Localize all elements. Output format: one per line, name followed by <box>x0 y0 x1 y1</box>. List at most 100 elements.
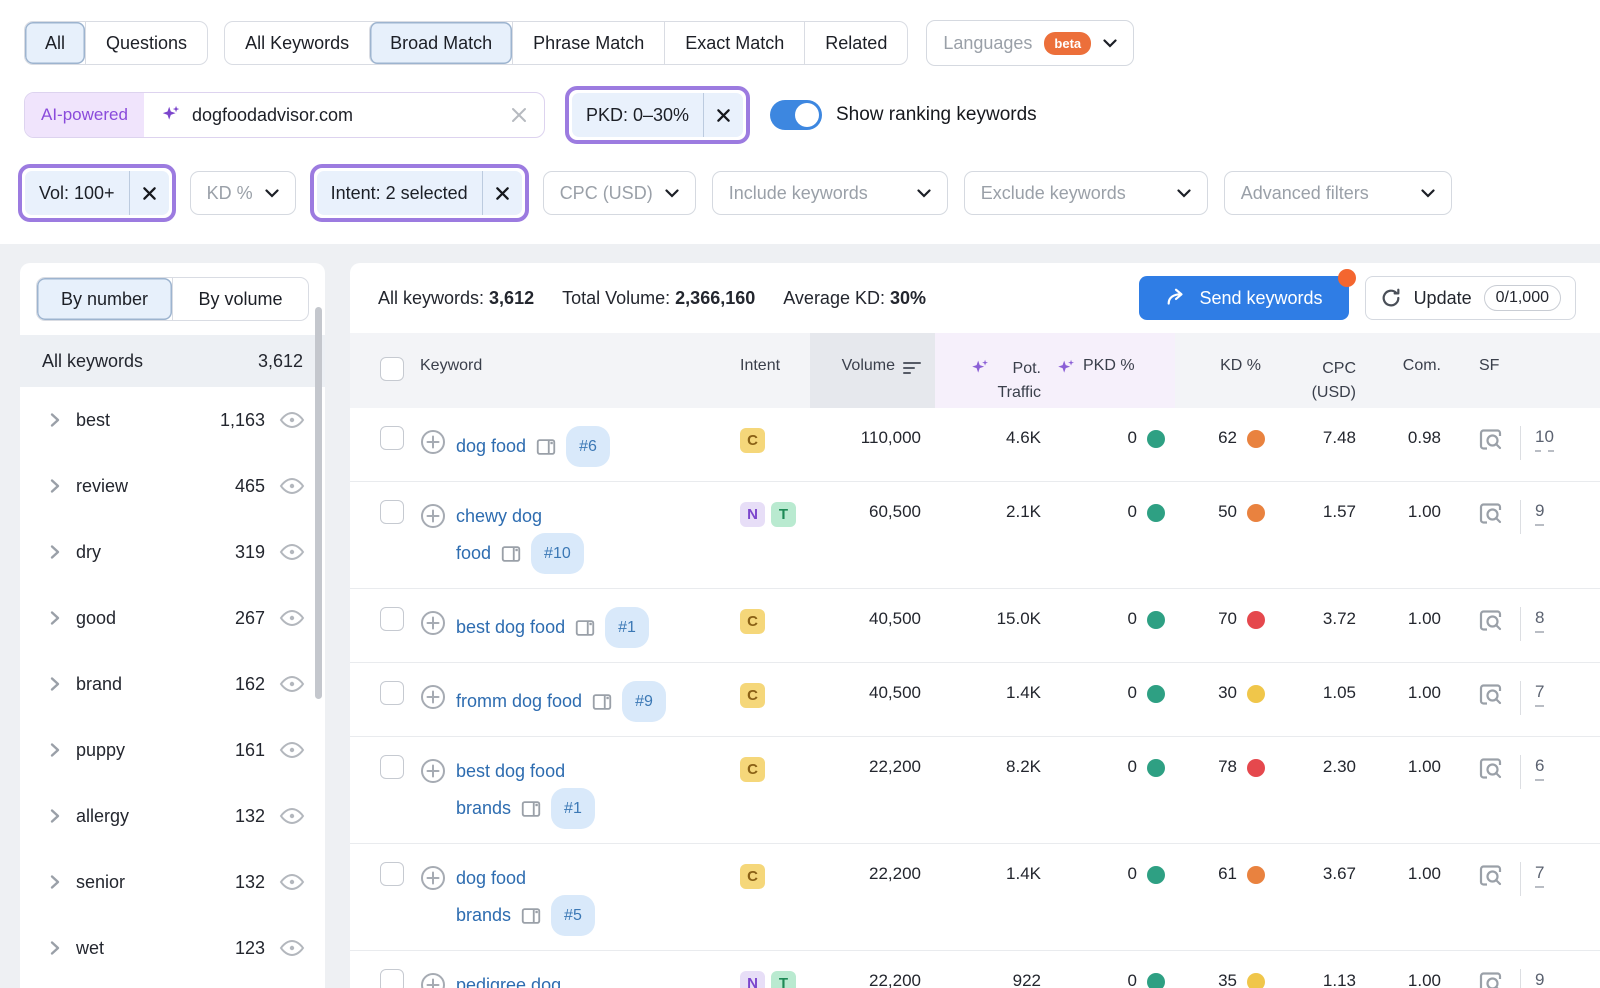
col-header-cpc[interactable]: CPC(USD) <box>1275 333 1370 408</box>
select-all-checkbox[interactable] <box>380 357 404 381</box>
sidebar-group-item[interactable]: dry 319 <box>20 519 325 585</box>
sf-count[interactable]: 9 <box>1535 970 1544 988</box>
eye-icon[interactable] <box>279 539 305 565</box>
add-keyword-icon[interactable] <box>420 429 446 455</box>
sidebar-group-item[interactable]: best 1,163 <box>20 387 325 453</box>
tab-by-volume[interactable]: By volume <box>172 278 308 320</box>
serp-preview-icon[interactable] <box>1477 755 1504 782</box>
keyword-link[interactable]: dog food <box>456 862 526 895</box>
position-badge[interactable]: #6 <box>566 426 610 467</box>
sidebar-scrollbar[interactable] <box>315 307 322 699</box>
sidebar-group-item[interactable]: senior 132 <box>20 849 325 915</box>
chevron-right-icon[interactable] <box>46 411 64 429</box>
eye-icon[interactable] <box>279 737 305 763</box>
tab-all-keywords[interactable]: All Keywords <box>225 22 369 64</box>
position-badge[interactable]: #10 <box>531 533 584 574</box>
position-badge[interactable]: #1 <box>605 607 649 648</box>
serp-preview-icon[interactable] <box>1477 607 1504 634</box>
add-keyword-icon[interactable] <box>420 758 446 784</box>
sidebar-group-item[interactable]: puppy 161 <box>20 717 325 783</box>
keyword-link-line2[interactable]: brands <box>456 899 511 932</box>
tab-exact-match[interactable]: Exact Match <box>664 22 804 64</box>
chevron-right-icon[interactable] <box>46 675 64 693</box>
advanced-filters-dropdown[interactable]: Advanced filters <box>1224 171 1452 215</box>
tab-questions[interactable]: Questions <box>85 22 207 64</box>
serp-preview-icon[interactable] <box>1477 681 1504 708</box>
eye-icon[interactable] <box>279 473 305 499</box>
add-keyword-icon[interactable] <box>420 503 446 529</box>
serp-preview-icon[interactable] <box>1477 426 1504 453</box>
chevron-right-icon[interactable] <box>46 939 64 957</box>
keyword-link[interactable]: pedigree dog <box>456 969 561 988</box>
sf-count[interactable]: 6 <box>1535 756 1544 781</box>
remove-pkd-filter-icon[interactable] <box>703 93 743 137</box>
eye-icon[interactable] <box>279 407 305 433</box>
row-checkbox[interactable] <box>380 500 404 524</box>
keyword-link[interactable]: dog food <box>456 430 526 463</box>
keyword-link[interactable]: chewy dog <box>456 500 542 533</box>
serp-preview-icon[interactable] <box>1477 500 1504 527</box>
clear-search-icon[interactable] <box>510 106 528 124</box>
chevron-right-icon[interactable] <box>46 807 64 825</box>
row-checkbox[interactable] <box>380 755 404 779</box>
search-input[interactable]: dogfoodadvisor.com <box>144 93 544 137</box>
include-keywords-dropdown[interactable]: Include keywords <box>712 171 948 215</box>
add-keyword-icon[interactable] <box>420 865 446 891</box>
chevron-right-icon[interactable] <box>46 873 64 891</box>
add-keyword-icon[interactable] <box>420 972 446 988</box>
chevron-right-icon[interactable] <box>46 741 64 759</box>
pkd-filter-chip[interactable]: PKD: 0–30% <box>572 93 743 137</box>
tab-related[interactable]: Related <box>804 22 907 64</box>
serp-preview-icon[interactable] <box>1477 969 1504 988</box>
keyword-link[interactable]: best dog food <box>456 755 565 788</box>
tab-all[interactable]: All <box>25 22 85 64</box>
row-checkbox[interactable] <box>380 862 404 886</box>
position-badge[interactable]: #1 <box>551 788 595 829</box>
kd-dropdown[interactable]: KD % <box>190 171 296 215</box>
serp-preview-icon[interactable] <box>1477 862 1504 889</box>
sidebar-group-item[interactable]: allergy 132 <box>20 783 325 849</box>
eye-icon[interactable] <box>279 869 305 895</box>
tab-broad-match[interactable]: Broad Match <box>369 22 512 64</box>
keyword-link[interactable]: fromm dog food <box>456 685 582 718</box>
keyword-link-line2[interactable]: brands <box>456 792 511 825</box>
intent-filter-chip[interactable]: Intent: 2 selected <box>317 171 522 215</box>
sf-count[interactable]: 7 <box>1535 682 1544 707</box>
eye-icon[interactable] <box>279 803 305 829</box>
add-keyword-icon[interactable] <box>420 684 446 710</box>
col-header-volume[interactable]: Volume <box>810 333 935 408</box>
row-checkbox[interactable] <box>380 426 404 450</box>
sf-count[interactable]: 7 <box>1535 863 1544 888</box>
exclude-keywords-dropdown[interactable]: Exclude keywords <box>964 171 1208 215</box>
sidebar-group-item[interactable]: wet 123 <box>20 915 325 981</box>
tab-by-number[interactable]: By number <box>37 278 172 320</box>
row-checkbox[interactable] <box>380 681 404 705</box>
sidebar-group-item[interactable]: brand 162 <box>20 651 325 717</box>
chevron-right-icon[interactable] <box>46 609 64 627</box>
keyword-link-line2[interactable]: food <box>456 537 491 570</box>
eye-icon[interactable] <box>279 671 305 697</box>
row-checkbox[interactable] <box>380 969 404 988</box>
sf-count[interactable]: 9 <box>1535 501 1544 526</box>
col-header-sf[interactable]: SF <box>1455 333 1600 408</box>
volume-filter-chip[interactable]: Vol: 100+ <box>25 171 169 215</box>
chevron-right-icon[interactable] <box>46 477 64 495</box>
sf-count[interactable]: 8 <box>1535 608 1544 633</box>
position-badge[interactable]: #9 <box>622 681 666 722</box>
col-header-intent[interactable]: Intent <box>740 333 810 408</box>
eye-icon[interactable] <box>279 935 305 961</box>
chevron-right-icon[interactable] <box>46 543 64 561</box>
update-button[interactable]: Update 0/1,000 <box>1365 276 1576 320</box>
send-keywords-button[interactable]: Send keywords <box>1139 276 1348 320</box>
sidebar-group-item[interactable]: review 465 <box>20 453 325 519</box>
col-header-kd[interactable]: KD % <box>1175 333 1275 408</box>
languages-dropdown[interactable]: Languages beta <box>926 20 1134 66</box>
sidebar-group-item[interactable]: good 267 <box>20 585 325 651</box>
col-header-pkd[interactable]: PKD % <box>1055 333 1175 408</box>
col-header-keyword[interactable]: Keyword <box>420 333 740 408</box>
remove-volume-filter-icon[interactable] <box>129 171 169 215</box>
cpc-dropdown[interactable]: CPC (USD) <box>543 171 696 215</box>
eye-icon[interactable] <box>279 605 305 631</box>
remove-intent-filter-icon[interactable] <box>482 171 522 215</box>
col-header-com[interactable]: Com. <box>1370 333 1455 408</box>
